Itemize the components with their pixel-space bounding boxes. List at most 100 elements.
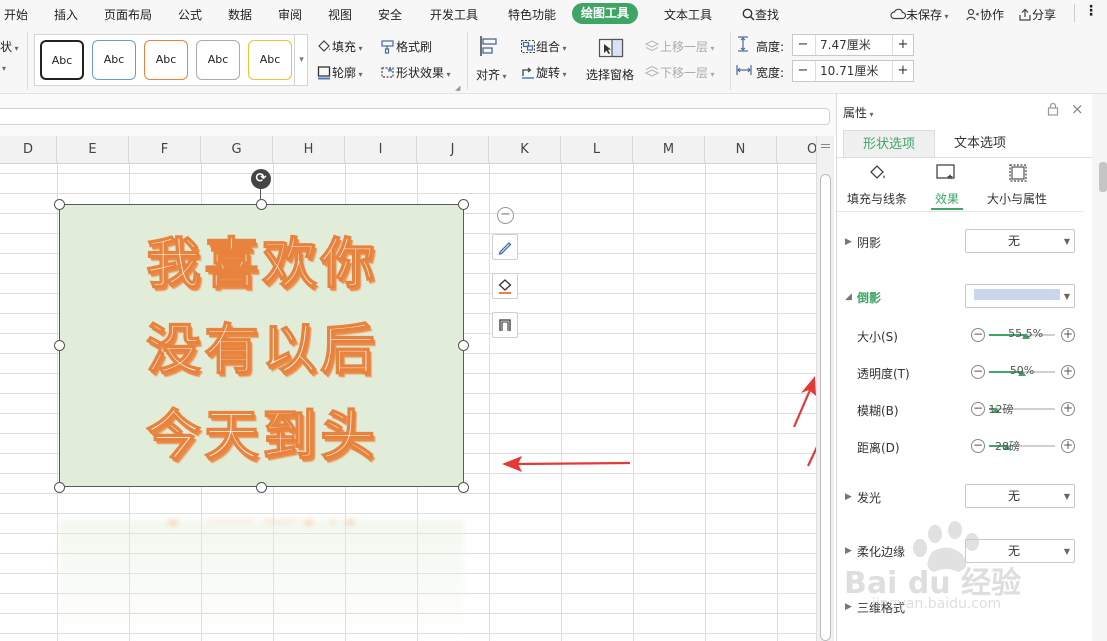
chevron-down-icon[interactable]: ▾ bbox=[2, 64, 6, 73]
blur-increase-button[interactable]: + bbox=[1061, 402, 1075, 416]
shadow-dropdown[interactable]: 无 ▼ bbox=[965, 229, 1075, 253]
vertical-scrollbar[interactable] bbox=[816, 136, 834, 641]
style-preset-5[interactable]: Abc bbox=[248, 40, 292, 80]
tab-text-tools[interactable]: 文本工具 bbox=[664, 6, 712, 23]
style-preset-1[interactable]: Abc bbox=[40, 40, 84, 80]
blur-decrease-button[interactable]: − bbox=[971, 402, 985, 416]
tab-data[interactable]: 数据 bbox=[228, 6, 252, 23]
column-header-N[interactable]: N bbox=[705, 136, 777, 164]
subtab-fill-line[interactable]: 填充与线条 bbox=[847, 190, 907, 207]
fill-button[interactable]: 填充 ▾ bbox=[316, 38, 363, 55]
column-header-I[interactable]: I bbox=[345, 136, 417, 164]
lock-icon[interactable] bbox=[1047, 102, 1059, 119]
shadow-section-label[interactable]: 阴影 bbox=[857, 234, 881, 251]
reflection-dropdown[interactable]: ▼ bbox=[965, 284, 1075, 308]
reflection-transparency-slider[interactable]: 透明度(T) − 50% + bbox=[837, 361, 1093, 383]
resize-handle-bottom[interactable] bbox=[256, 482, 267, 493]
resize-handle-top-left[interactable] bbox=[54, 199, 65, 210]
tab-home[interactable]: 开始 bbox=[4, 6, 28, 23]
shape-effect-button[interactable]: 形状效果 ▾ bbox=[380, 64, 451, 81]
float-style-button[interactable] bbox=[492, 234, 518, 260]
tab-drawing-tools[interactable]: 绘图工具 bbox=[572, 3, 639, 24]
reflection-blur-slider[interactable]: 模糊(B) − 12磅 + bbox=[837, 398, 1093, 420]
column-header-D[interactable]: D bbox=[0, 136, 57, 164]
format-brush-button[interactable]: 格式刷 bbox=[380, 38, 432, 55]
outline-button[interactable]: 轮廓 ▾ bbox=[316, 64, 363, 81]
resize-handle-top[interactable] bbox=[256, 199, 267, 210]
height-decrease-button[interactable]: − bbox=[793, 35, 813, 55]
tab-view[interactable]: 视图 bbox=[328, 6, 352, 23]
height-value[interactable]: 7.47厘米 bbox=[815, 35, 893, 55]
chevron-down-icon[interactable]: ◢ bbox=[845, 292, 852, 302]
column-header-H[interactable]: H bbox=[273, 136, 345, 164]
tab-formulas[interactable]: 公式 bbox=[178, 6, 202, 23]
resize-handle-bottom-right[interactable] bbox=[458, 482, 469, 493]
bring-forward-button[interactable]: 上移一层 ▾ bbox=[644, 38, 715, 55]
style-preset-3[interactable]: Abc bbox=[144, 40, 188, 80]
more-vert-icon[interactable]: ⋮ bbox=[1084, 3, 1098, 19]
vertical-scrollbar-thumb[interactable] bbox=[820, 174, 831, 641]
resize-handle-right[interactable] bbox=[458, 340, 469, 351]
size-increase-button[interactable]: + bbox=[1061, 328, 1075, 342]
resize-handle-bottom-left[interactable] bbox=[54, 482, 65, 493]
width-decrease-button[interactable]: − bbox=[793, 61, 813, 81]
shape-menu-partial[interactable]: 状 ▾ bbox=[0, 38, 19, 55]
panel-title[interactable]: 属性 ▾ bbox=[843, 104, 874, 121]
size-decrease-button[interactable]: − bbox=[971, 328, 985, 342]
resize-handle-top-right[interactable] bbox=[458, 199, 469, 210]
distance-increase-button[interactable]: + bbox=[1061, 439, 1075, 453]
collapse-float-toolbar-button[interactable]: − bbox=[497, 207, 514, 224]
subtab-size-properties[interactable]: 大小与属性 bbox=[987, 190, 1047, 207]
column-header-O[interactable]: O bbox=[777, 136, 816, 164]
glow-section-label[interactable]: 发光 bbox=[857, 489, 881, 506]
style-preset-4[interactable]: Abc bbox=[196, 40, 240, 80]
width-field[interactable]: − 10.71厘米 + bbox=[792, 60, 914, 82]
reflection-section-label[interactable]: 倒影 bbox=[857, 289, 881, 306]
panel-scrollbar-thumb[interactable] bbox=[1099, 162, 1107, 192]
height-increase-button[interactable]: + bbox=[893, 35, 913, 55]
tab-text-options[interactable]: 文本选项 bbox=[935, 130, 1025, 158]
float-outline-button[interactable] bbox=[492, 312, 518, 338]
panel-scrollbar[interactable] bbox=[1092, 94, 1107, 641]
glow-dropdown[interactable]: 无 ▼ bbox=[965, 484, 1075, 508]
share-button[interactable]: 分享 bbox=[1018, 6, 1056, 23]
send-backward-button[interactable]: 下移一层 ▾ bbox=[644, 64, 715, 81]
tab-insert[interactable]: 插入 bbox=[54, 6, 78, 23]
column-header-M[interactable]: M bbox=[633, 136, 705, 164]
chevron-right-icon[interactable]: ▶ bbox=[845, 237, 852, 247]
tab-security[interactable]: 安全 bbox=[378, 6, 402, 23]
reflection-distance-slider[interactable]: 距离(D) − 28磅 + bbox=[837, 435, 1093, 457]
tab-shape-options[interactable]: 形状选项 bbox=[843, 130, 935, 158]
reflection-size-slider[interactable]: 大小(S) − 55.5% + bbox=[837, 324, 1093, 346]
text-shape[interactable]: 我喜欢你 没有以后 今天到头 bbox=[59, 204, 464, 487]
column-header-L[interactable]: L bbox=[561, 136, 633, 164]
group-button[interactable]: 组合 ▾ bbox=[520, 38, 567, 55]
search-button[interactable]: 查找 bbox=[742, 6, 779, 23]
transparency-increase-button[interactable]: + bbox=[1061, 365, 1075, 379]
tab-review[interactable]: 审阅 bbox=[278, 6, 302, 23]
align-button[interactable]: 对齐 ▾ bbox=[476, 66, 507, 83]
gallery-scroll-button[interactable]: ▾ bbox=[294, 34, 308, 86]
subtab-effects[interactable]: 效果 bbox=[935, 190, 959, 207]
width-value[interactable]: 10.71厘米 bbox=[815, 61, 893, 81]
unsaved-button[interactable]: 未保存 ▾ bbox=[890, 6, 949, 23]
formula-input[interactable] bbox=[0, 108, 830, 125]
transparency-decrease-button[interactable]: − bbox=[971, 365, 985, 379]
height-field[interactable]: − 7.47厘米 + bbox=[792, 34, 914, 56]
column-header-G[interactable]: G bbox=[201, 136, 273, 164]
collab-button[interactable]: 协作 bbox=[966, 6, 1004, 23]
column-header-E[interactable]: E bbox=[57, 136, 129, 164]
column-header-K[interactable]: K bbox=[489, 136, 561, 164]
tab-features[interactable]: 特色功能 bbox=[508, 6, 556, 23]
select-pane-button[interactable]: 选择窗格 bbox=[586, 66, 634, 83]
float-fill-button[interactable] bbox=[492, 273, 518, 299]
close-icon[interactable]: × bbox=[1071, 100, 1084, 118]
rotate-handle[interactable]: ⟳ bbox=[251, 169, 271, 189]
dialog-launcher-icon[interactable]: ◢ bbox=[455, 84, 460, 92]
column-header-F[interactable]: F bbox=[129, 136, 201, 164]
tab-developer[interactable]: 开发工具 bbox=[430, 6, 478, 23]
column-header-J[interactable]: J bbox=[417, 136, 489, 164]
chevron-right-icon[interactable]: ▶ bbox=[845, 492, 852, 502]
tab-page-layout[interactable]: 页面布局 bbox=[104, 6, 152, 23]
rotate-button[interactable]: 旋转 ▾ bbox=[520, 64, 567, 81]
